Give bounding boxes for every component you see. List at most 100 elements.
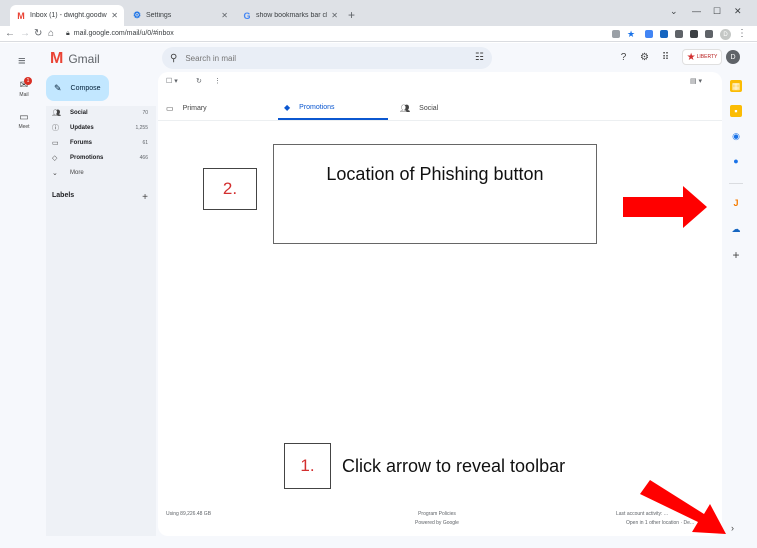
home-icon[interactable]: ⌂ <box>48 28 54 39</box>
side-panel-icon[interactable] <box>705 30 713 38</box>
refresh-icon[interactable]: ↻ <box>196 77 202 85</box>
addon-cloud-icon[interactable]: ☁ <box>730 223 742 235</box>
star-logo-icon: ★ <box>686 51 696 63</box>
apps-grid-icon[interactable]: ⠿ <box>659 51 672 64</box>
add-label-icon[interactable]: + <box>142 192 148 203</box>
nav-count: 466 <box>139 154 148 161</box>
red-arrow-diagonal-icon <box>640 480 726 534</box>
close-tab-icon[interactable]: ✕ <box>221 11 228 20</box>
forum-icon: ▭ <box>52 139 59 147</box>
search-options-icon[interactable]: ☷ <box>475 52 484 63</box>
nav-item-updates[interactable]: ⓘ Updates 1,255 <box>52 121 148 134</box>
nav-item-social[interactable]: 👥︎ Social 70 <box>52 106 148 119</box>
tab-label: Promotions <box>299 103 335 111</box>
search-icon[interactable]: ⚲ <box>170 53 177 64</box>
tab-gmail-inbox[interactable]: M Inbox (1) - dwight.goodwin@go... ✕ <box>10 5 124 26</box>
nav-item-forums[interactable]: ▭ Forums 61 <box>52 136 148 149</box>
new-tab-icon[interactable]: + <box>348 8 355 22</box>
nav-count: 70 <box>142 109 148 116</box>
maximize-icon[interactable]: ☐ <box>713 6 721 17</box>
nav-label: More <box>70 169 84 176</box>
unread-badge: 1 <box>24 77 32 85</box>
rail-separator <box>729 183 743 184</box>
back-icon[interactable]: ← <box>5 28 15 39</box>
minimize-icon[interactable]: — <box>692 6 701 16</box>
tab-social[interactable]: 👥︎ Social <box>400 96 510 120</box>
calendar-icon[interactable]: ▦ <box>730 80 742 92</box>
extension-icon[interactable] <box>645 30 653 38</box>
close-tab-icon[interactable]: ✕ <box>331 11 338 20</box>
tasks-icon[interactable]: ◉ <box>730 130 742 142</box>
share-icon[interactable] <box>612 30 620 38</box>
tab-label: Social <box>419 104 439 112</box>
nav-label: Updates <box>70 124 94 131</box>
gmail-logo-text: Gmail <box>68 52 100 66</box>
extension-icon[interactable] <box>675 30 683 38</box>
search-bar[interactable]: ⚲ ☷ <box>162 47 492 69</box>
help-icon[interactable]: ? <box>617 51 630 64</box>
tab-title: Inbox (1) - dwight.goodwin@go... <box>30 12 107 19</box>
show-side-panel-arrow-icon[interactable]: › <box>731 523 734 533</box>
tab-title: Settings <box>146 12 172 19</box>
more-options-icon[interactable]: ⋮ <box>214 77 221 85</box>
nav-label: Promotions <box>70 154 104 161</box>
tab-settings[interactable]: ⚙ Settings ✕ <box>126 5 234 26</box>
lock-icon: 🔒︎ <box>66 30 70 37</box>
close-window-icon[interactable]: ✕ <box>734 6 742 17</box>
organization-logo-text: LIBERTY <box>696 54 718 60</box>
social-icon: 👥︎ <box>52 109 61 117</box>
step2-number: 2. <box>203 168 257 210</box>
extensions-puzzle-icon[interactable] <box>690 30 698 38</box>
settings-gear-icon: ⚙ <box>132 10 142 20</box>
program-policies-link[interactable]: Program Policies <box>405 511 469 517</box>
nav-item-more[interactable]: ⌄ More <box>52 166 148 179</box>
url-text: mail.google.com/mail/u/0/#inbox <box>73 30 174 37</box>
tab-title: show bookmarks bar chrome - G... <box>256 12 327 19</box>
gmail-logo[interactable]: M Gmail <box>50 50 100 68</box>
pencil-icon: ✎ <box>54 82 62 93</box>
social-icon: 👥︎ <box>400 103 411 113</box>
rail-meet-label: Meet <box>18 124 30 130</box>
bookmark-star-icon[interactable]: ★ <box>627 29 637 39</box>
profile-avatar[interactable]: D <box>720 29 731 40</box>
account-avatar[interactable]: D <box>726 50 740 64</box>
tab-label: Primary <box>182 104 207 112</box>
red-arrow-right-icon <box>623 186 707 228</box>
labels-title: Labels <box>52 192 75 199</box>
step1-number: 1. <box>284 443 331 489</box>
main-menu-icon[interactable]: ≡ <box>18 53 26 68</box>
tab-divider <box>158 120 722 121</box>
add-addon-icon[interactable]: + <box>730 248 742 262</box>
gmail-m-icon: M <box>50 50 64 67</box>
close-tab-icon[interactable]: ✕ <box>111 11 118 20</box>
nav-label: Forums <box>70 139 93 146</box>
select-checkbox-icon[interactable]: ☐ ▾ <box>166 77 178 85</box>
google-icon: G <box>243 10 251 21</box>
contacts-icon[interactable]: ● <box>730 155 742 167</box>
nav-item-promotions[interactable]: ◇ Promotions 466 <box>52 151 148 164</box>
tab-primary[interactable]: ▭ Primary <box>166 96 274 120</box>
extension-icon[interactable] <box>660 30 668 38</box>
url-field[interactable]: 🔒︎ mail.google.com/mail/u/0/#inbox <box>66 30 174 38</box>
info-icon: ⓘ <box>52 124 59 132</box>
video-camera-icon: ▭ <box>19 112 29 123</box>
tab-promotions[interactable]: ◆ Promotions <box>278 96 388 120</box>
organization-logo[interactable]: ★ LIBERTY <box>682 49 722 65</box>
rail-mail-label: Mail <box>19 92 29 98</box>
addon-j-icon[interactable]: J <box>730 197 742 209</box>
rail-meet[interactable]: ▭ Meet <box>12 112 36 130</box>
compose-button[interactable]: ✎ Compose <box>46 75 109 101</box>
keep-icon[interactable]: ▪ <box>730 105 742 117</box>
kebab-menu-icon[interactable]: ⋮ <box>737 28 747 39</box>
labels-header: Labels + <box>52 192 148 203</box>
search-input[interactable] <box>185 53 446 63</box>
nav-count: 1,255 <box>135 124 148 131</box>
tab-google-search[interactable]: G show bookmarks bar chrome - G... ✕ <box>236 5 344 26</box>
tag-icon: ◇ <box>52 154 58 162</box>
forward-icon[interactable]: → <box>20 28 30 39</box>
compose-label: Compose <box>70 84 101 92</box>
split-pane-icon[interactable]: ▤ ▾ <box>690 77 702 85</box>
settings-gear-icon[interactable]: ⚙ <box>638 51 651 64</box>
reload-icon[interactable]: ↻ <box>34 28 42 39</box>
tab-search-icon[interactable]: ⌄ <box>670 6 678 17</box>
